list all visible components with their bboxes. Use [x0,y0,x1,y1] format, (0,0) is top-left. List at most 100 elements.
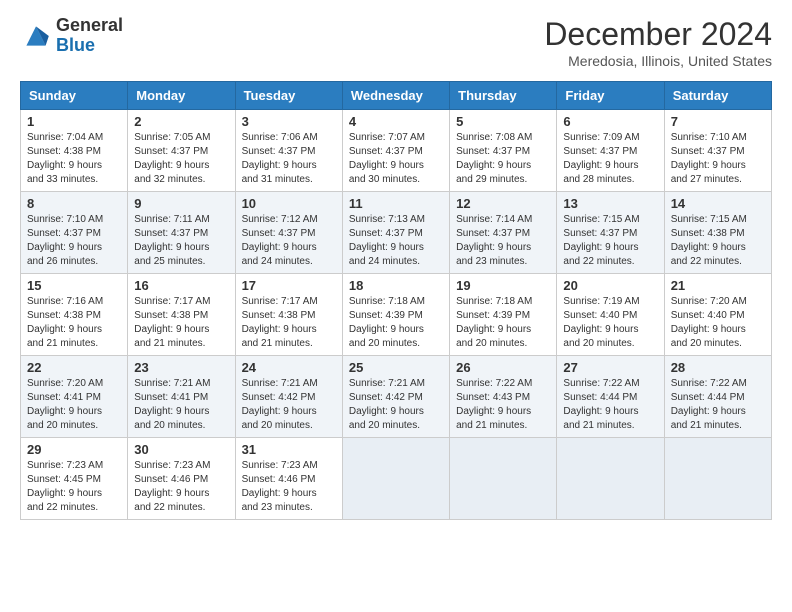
cell-info: Sunrise: 7:22 AMSunset: 4:44 PMDaylight:… [563,377,657,433]
cell-info: Sunrise: 7:21 AMSunset: 4:41 PMDaylight:… [134,377,228,433]
day-number: 6 [563,114,657,129]
calendar-cell: 30 Sunrise: 7:23 AMSunset: 4:46 PMDayligh… [128,438,235,520]
calendar-cell: 16 Sunrise: 7:17 AMSunset: 4:38 PMDayligh… [128,274,235,356]
cell-info: Sunrise: 7:16 AMSunset: 4:38 PMDaylight:… [27,295,121,351]
cell-info: Sunrise: 7:14 AMSunset: 4:37 PMDaylight:… [456,213,550,269]
calendar-cell: 5 Sunrise: 7:08 AMSunset: 4:37 PMDaylight… [450,110,557,192]
day-number: 29 [27,442,121,457]
cell-info: Sunrise: 7:22 AMSunset: 4:43 PMDaylight:… [456,377,550,433]
cell-info: Sunrise: 7:20 AMSunset: 4:41 PMDaylight:… [27,377,121,433]
calendar-table: SundayMondayTuesdayWednesdayThursdayFrid… [20,81,772,520]
day-number: 14 [671,196,765,211]
cell-info: Sunrise: 7:17 AMSunset: 4:38 PMDaylight:… [242,295,336,351]
calendar-cell: 31 Sunrise: 7:23 AMSunset: 4:46 PMDayligh… [235,438,342,520]
calendar-cell: 25 Sunrise: 7:21 AMSunset: 4:42 PMDayligh… [342,356,449,438]
calendar-cell: 3Sunrise: 7:06 AMSunset: 4:37 PMDaylight… [235,110,342,192]
cell-info: Sunrise: 7:23 AMSunset: 4:45 PMDaylight:… [27,459,121,515]
cell-info: Sunrise: 7:18 AMSunset: 4:39 PMDaylight:… [349,295,443,351]
calendar-cell: 10 Sunrise: 7:12 AMSunset: 4:37 PMDayligh… [235,192,342,274]
day-number: 4 [349,114,443,129]
calendar-cell: 19 Sunrise: 7:18 AMSunset: 4:39 PMDayligh… [450,274,557,356]
cell-info: Sunrise: 7:13 AMSunset: 4:37 PMDaylight:… [349,213,443,269]
cell-info: Sunrise: 7:05 AMSunset: 4:37 PMDaylight:… [134,131,228,187]
calendar-cell: 21 Sunrise: 7:20 AMSunset: 4:40 PMDayligh… [664,274,771,356]
calendar-cell: 11Sunrise: 7:13 AMSunset: 4:37 PMDayligh… [342,192,449,274]
calendar-cell: 29 Sunrise: 7:23 AMSunset: 4:45 PMDayligh… [21,438,128,520]
col-header-tuesday: Tuesday [235,82,342,110]
day-number: 15 [27,278,121,293]
cell-info: Sunrise: 7:23 AMSunset: 4:46 PMDaylight:… [242,459,336,515]
cell-info: Sunrise: 7:07 AMSunset: 4:37 PMDaylight:… [349,131,443,187]
day-number: 31 [242,442,336,457]
calendar-cell: 1Sunrise: 7:04 AMSunset: 4:38 PMDaylight… [21,110,128,192]
col-header-monday: Monday [128,82,235,110]
cell-info: Sunrise: 7:22 AMSunset: 4:44 PMDaylight:… [671,377,765,433]
cell-info: Sunrise: 7:10 AMSunset: 4:37 PMDaylight:… [27,213,121,269]
day-number: 17 [242,278,336,293]
day-number: 30 [134,442,228,457]
cell-info: Sunrise: 7:12 AMSunset: 4:37 PMDaylight:… [242,213,336,269]
calendar-cell: 8 Sunrise: 7:10 AMSunset: 4:37 PMDaylight… [21,192,128,274]
calendar-cell: 14 Sunrise: 7:15 AMSunset: 4:38 PMDayligh… [664,192,771,274]
col-header-friday: Friday [557,82,664,110]
cell-info: Sunrise: 7:19 AMSunset: 4:40 PMDaylight:… [563,295,657,351]
col-header-thursday: Thursday [450,82,557,110]
day-number: 24 [242,360,336,375]
cell-info: Sunrise: 7:17 AMSunset: 4:38 PMDaylight:… [134,295,228,351]
day-number: 18 [349,278,443,293]
cell-info: Sunrise: 7:15 AMSunset: 4:37 PMDaylight:… [563,213,657,269]
day-number: 2 [134,114,228,129]
day-number: 25 [349,360,443,375]
calendar-cell: 13 Sunrise: 7:15 AMSunset: 4:37 PMDayligh… [557,192,664,274]
cell-info: Sunrise: 7:15 AMSunset: 4:38 PMDaylight:… [671,213,765,269]
day-number: 22 [27,360,121,375]
calendar-cell: 9 Sunrise: 7:11 AMSunset: 4:37 PMDaylight… [128,192,235,274]
cell-info: Sunrise: 7:23 AMSunset: 4:46 PMDaylight:… [134,459,228,515]
day-number: 8 [27,196,121,211]
cell-info: Sunrise: 7:08 AMSunset: 4:37 PMDaylight:… [456,131,550,187]
day-number: 5 [456,114,550,129]
calendar-cell: 2 Sunrise: 7:05 AMSunset: 4:37 PMDaylight… [128,110,235,192]
cell-info: Sunrise: 7:18 AMSunset: 4:39 PMDaylight:… [456,295,550,351]
day-number: 9 [134,196,228,211]
cell-info: Sunrise: 7:10 AMSunset: 4:37 PMDaylight:… [671,131,765,187]
day-number: 13 [563,196,657,211]
calendar-cell: 6 Sunrise: 7:09 AMSunset: 4:37 PMDaylight… [557,110,664,192]
calendar-cell: 12Sunrise: 7:14 AMSunset: 4:37 PMDayligh… [450,192,557,274]
calendar-cell: 27 Sunrise: 7:22 AMSunset: 4:44 PMDayligh… [557,356,664,438]
calendar-cell: 23 Sunrise: 7:21 AMSunset: 4:41 PMDayligh… [128,356,235,438]
day-number: 16 [134,278,228,293]
calendar-cell: 4 Sunrise: 7:07 AMSunset: 4:37 PMDaylight… [342,110,449,192]
col-header-saturday: Saturday [664,82,771,110]
calendar-cell: 18 Sunrise: 7:18 AMSunset: 4:39 PMDayligh… [342,274,449,356]
day-number: 28 [671,360,765,375]
cell-info: Sunrise: 7:09 AMSunset: 4:37 PMDaylight:… [563,131,657,187]
calendar-cell: 28 Sunrise: 7:22 AMSunset: 4:44 PMDayligh… [664,356,771,438]
cell-info: Sunrise: 7:21 AMSunset: 4:42 PMDaylight:… [349,377,443,433]
day-number: 10 [242,196,336,211]
location: Meredosia, Illinois, United States [544,53,772,69]
header: General Blue December 2024 Meredosia, Il… [20,16,772,69]
title-area: December 2024 Meredosia, Illinois, Unite… [544,16,772,69]
logo-icon [20,20,52,52]
calendar-cell [557,438,664,520]
day-number: 7 [671,114,765,129]
cell-info: Sunrise: 7:20 AMSunset: 4:40 PMDaylight:… [671,295,765,351]
logo-text: General Blue [56,16,123,56]
day-number: 20 [563,278,657,293]
calendar-cell: 17 Sunrise: 7:17 AMSunset: 4:38 PMDayligh… [235,274,342,356]
cell-info: Sunrise: 7:21 AMSunset: 4:42 PMDaylight:… [242,377,336,433]
day-number: 23 [134,360,228,375]
cell-info: Sunrise: 7:06 AMSunset: 4:37 PMDaylight:… [242,131,336,187]
calendar-cell [450,438,557,520]
col-header-wednesday: Wednesday [342,82,449,110]
day-number: 27 [563,360,657,375]
calendar-cell: 15 Sunrise: 7:16 AMSunset: 4:38 PMDayligh… [21,274,128,356]
day-number: 26 [456,360,550,375]
day-number: 19 [456,278,550,293]
cell-info: Sunrise: 7:11 AMSunset: 4:37 PMDaylight:… [134,213,228,269]
day-number: 21 [671,278,765,293]
cell-info: Sunrise: 7:04 AMSunset: 4:38 PMDaylight:… [27,131,121,187]
calendar-cell: 7 Sunrise: 7:10 AMSunset: 4:37 PMDaylight… [664,110,771,192]
logo: General Blue [20,16,123,56]
